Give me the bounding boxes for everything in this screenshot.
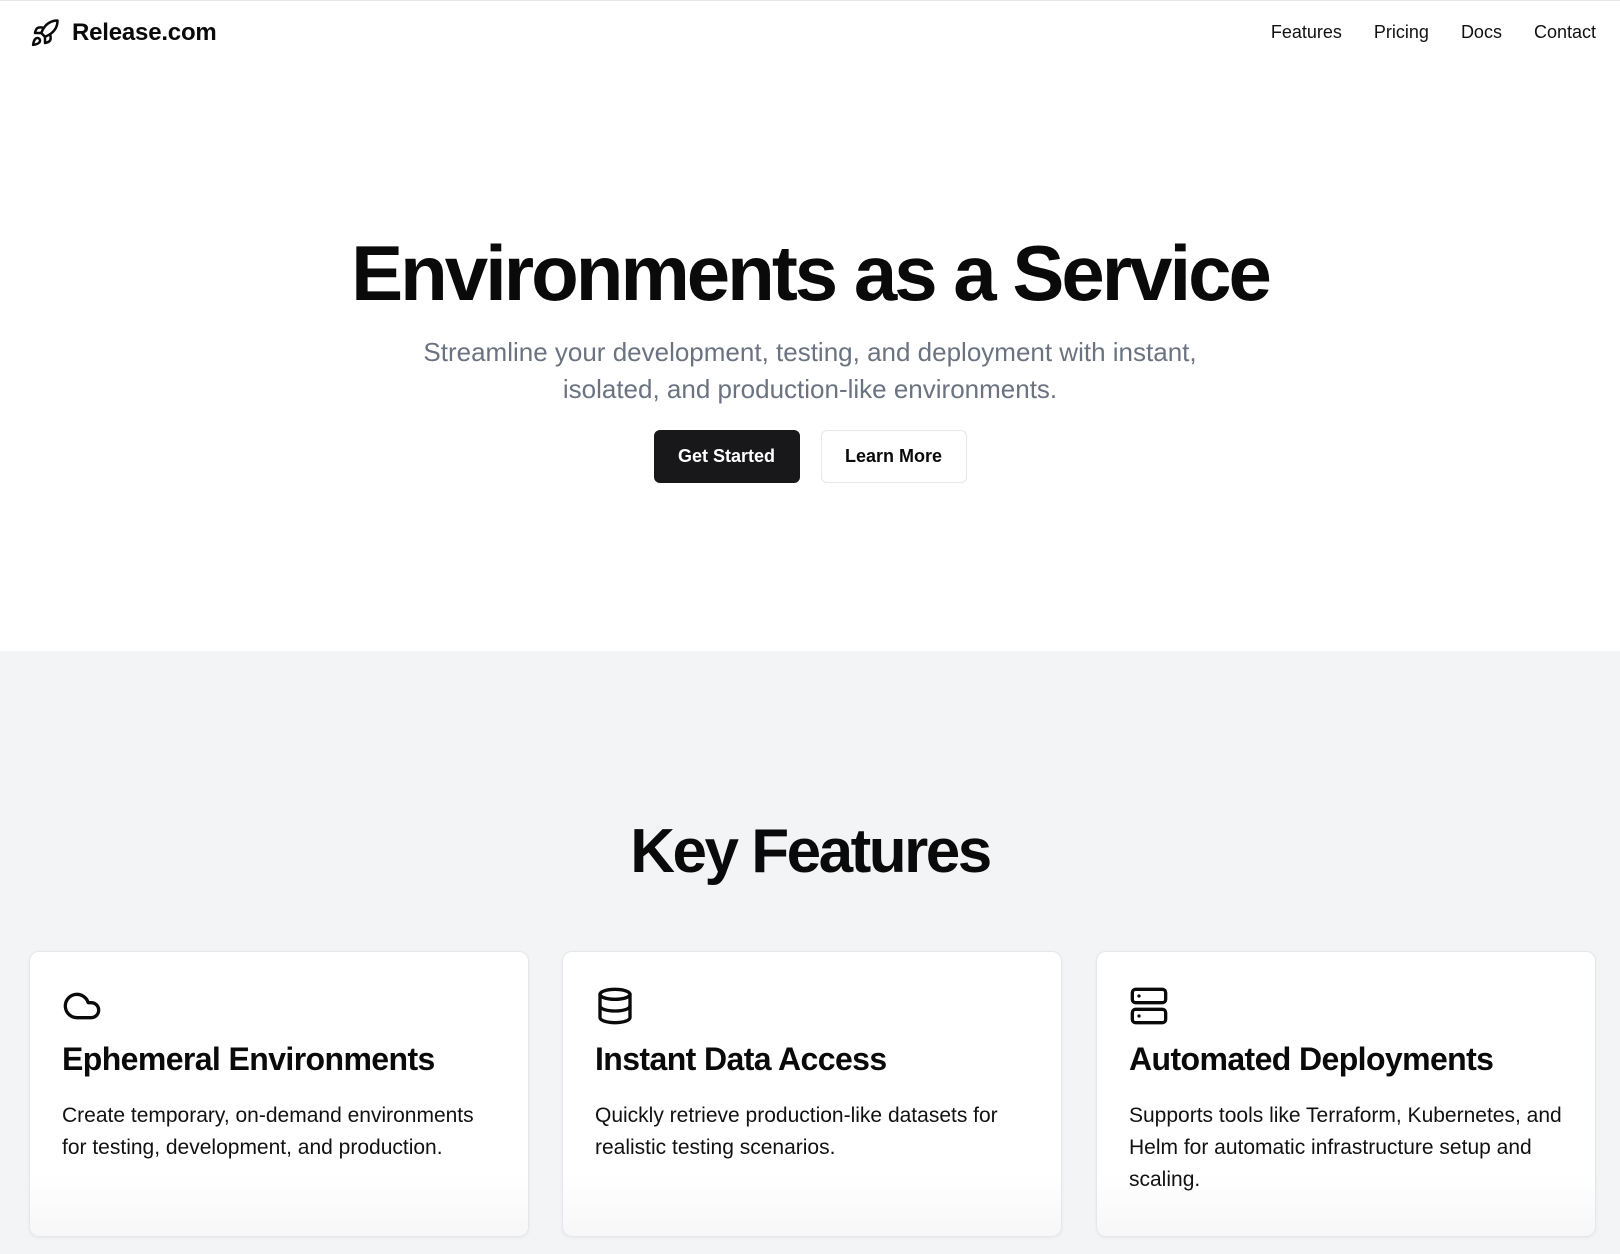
feature-card-data-access: Instant Data Access Quickly retrieve pro…: [562, 951, 1062, 1237]
database-icon: [595, 986, 635, 1026]
hero-actions: Get Started Learn More: [653, 430, 967, 483]
nav-link-contact[interactable]: Contact: [1534, 22, 1596, 43]
hero-section: Environments as a Service Streamline you…: [0, 64, 1620, 651]
brand-name: Release.com: [72, 18, 217, 46]
nav-link-docs[interactable]: Docs: [1461, 22, 1502, 43]
feature-card-deployments: Automated Deployments Supports tools lik…: [1096, 951, 1596, 1237]
get-started-button[interactable]: Get Started: [653, 430, 800, 483]
page: Release.com Features Pricing Docs Contac…: [0, 0, 1620, 1254]
hero-title: Environments as a Service: [351, 229, 1272, 317]
feature-card-title: Instant Data Access: [595, 1041, 887, 1077]
nav-link-pricing[interactable]: Pricing: [1374, 22, 1429, 43]
cloud-icon: [62, 986, 102, 1026]
features-section: Key Features Ephemeral Environments Crea…: [0, 651, 1620, 1254]
top-navbar: Release.com Features Pricing Docs Contac…: [0, 0, 1620, 64]
main-nav: Features Pricing Docs Contact: [1271, 22, 1596, 43]
nav-link-features[interactable]: Features: [1271, 22, 1342, 43]
feature-card-title: Ephemeral Environments: [62, 1041, 435, 1077]
learn-more-button[interactable]: Learn More: [820, 430, 967, 483]
feature-card-text: Create temporary, on-demand environments…: [62, 1104, 474, 1160]
brand-link[interactable]: Release.com: [30, 18, 217, 48]
feature-card-title: Automated Deployments: [1129, 1041, 1494, 1077]
feature-card-ephemeral: Ephemeral Environments Create temporary,…: [29, 951, 529, 1237]
feature-card-text: Quickly retrieve production-like dataset…: [595, 1104, 998, 1160]
features-title: Key Features: [630, 817, 992, 886]
feature-card-text: Supports tools like Terraform, Kubernete…: [1129, 1104, 1562, 1192]
hero-subtitle: Streamline your development, testing, an…: [423, 337, 1197, 404]
rocket-icon: [30, 18, 60, 48]
server-icon: [1129, 986, 1169, 1026]
